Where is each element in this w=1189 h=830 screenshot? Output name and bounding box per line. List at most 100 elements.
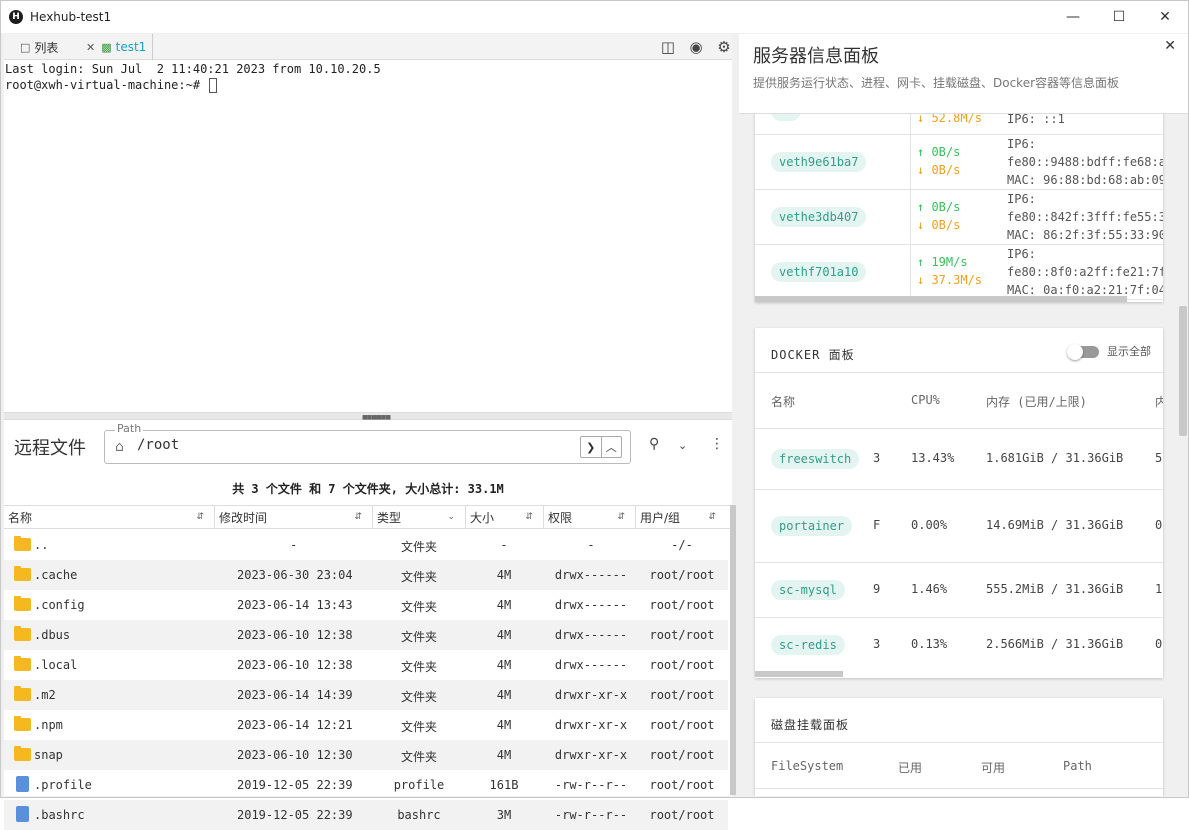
docker-cpu: 0.13% (911, 637, 948, 651)
home-icon[interactable]: ⌂ (115, 439, 124, 455)
interface-chip: veth9e61ba7 (771, 152, 867, 172)
container-chip[interactable]: sc-mysql (771, 580, 845, 600)
maximize-button[interactable]: ☐ (1096, 1, 1142, 33)
path-field[interactable]: Path ⌂ /root ❯ ︿ (104, 422, 631, 464)
panel-header: 服务器信息面板 提供服务运行状态、进程、网卡、挂载磁盘、Docker容器等信息面… (739, 34, 1188, 114)
folder-icon (14, 536, 31, 551)
file-mtime: 2019-12-05 22:39 (237, 808, 353, 822)
gear-icon[interactable]: ⚙ (713, 37, 735, 57)
chevron-up-icon[interactable]: ︿ (602, 437, 622, 457)
table-row[interactable]: .local 2023-06-10 12:38 文件夹 4M drwx------ roo… (4, 650, 728, 680)
chevron-right-icon[interactable]: ❯ (581, 437, 602, 457)
panel-scrollbar[interactable] (1179, 306, 1187, 436)
table-row[interactable]: .config 2023-06-14 13:43 文件夹 4M drwx------ ro… (4, 590, 728, 620)
more-icon[interactable]: ⋮ (710, 436, 724, 452)
col-name[interactable]: 名称 ⇵ (4, 506, 215, 528)
tab-bar: □ 列表 ✕ ▩ test1 ◫ ◉ ⚙ (4, 34, 732, 60)
file-owner: root/root (649, 598, 715, 612)
net-ip6-label: IP6: (1007, 137, 1036, 151)
tab-label: test1 (115, 40, 147, 54)
disk-col: 已用 (898, 761, 923, 775)
table-row[interactable]: .profile 2019-12-05 22:39 profile 161B -rw-r… (4, 770, 728, 800)
table-row[interactable]: .npm 2023-06-14 12:21 文件夹 4M drwxr-xr-x root/… (4, 710, 728, 740)
terminal-output[interactable]: Last login: Sun Jul 2 11:40:21 2023 from… (4, 60, 732, 412)
network-hscrollbar[interactable] (755, 296, 1127, 302)
terminal-prompt: root@xwh-virtual-machine:~# (5, 78, 208, 92)
files-scrollbar[interactable] (730, 505, 736, 795)
file-mtime: 2023-06-14 13:43 (237, 598, 353, 612)
docker-cpu: 1.46% (911, 582, 948, 596)
sort-icon: ⇵ (525, 512, 533, 522)
chevron-down-icon[interactable]: ⌄ (678, 439, 687, 452)
file-owner: root/root (649, 658, 715, 672)
new-tab-icon[interactable]: ◫ (657, 37, 679, 57)
folder-icon (14, 716, 31, 731)
col-type[interactable]: 类型 ⌄ (373, 506, 466, 528)
file-icon (16, 806, 29, 822)
docker-row[interactable]: sc-redis 3 0.13% 2.566MiB / 31.36GiB 0 (755, 617, 1163, 672)
terminal-cursor (209, 78, 218, 93)
col-mtime[interactable]: 修改时间 ⇵ (215, 506, 373, 528)
pane-splitter[interactable]: ■■■■■■ (4, 412, 732, 421)
files-summary: 共 3 个文件 和 7 个文件夹, 大小总计: 33.1M (232, 482, 504, 496)
container-chip[interactable]: portainer (771, 516, 853, 536)
close-window-button[interactable]: ✕ (1142, 1, 1188, 33)
folder-icon (14, 596, 31, 611)
table-row[interactable]: .dbus 2023-06-10 12:38 文件夹 4M drwx------ root… (4, 620, 728, 650)
tab-test1[interactable]: ✕ ▩ test1 (86, 34, 154, 60)
docker-row[interactable]: sc-mysql 9 1.46% 555.2MiB / 31.36GiB 1 (755, 562, 1163, 617)
file-owner: root/root (649, 628, 715, 642)
container-chip[interactable]: freeswitch (771, 449, 860, 469)
net-ip6-label: IP6: (1007, 247, 1036, 261)
table-row[interactable]: .cache 2023-06-30 23:04 文件夹 4M drwx------ roo… (4, 560, 728, 590)
disk-header-row: FileSystem 已用 可用 Path (755, 742, 1163, 788)
net-down: ↓ 0B/s (917, 163, 961, 177)
file-mtime: 2023-06-10 12:38 (237, 658, 353, 672)
col-perm[interactable]: 权限 ⇵ (544, 506, 636, 528)
table-row[interactable]: snap 2023-06-10 12:30 文件夹 4M drwxr-xr-x root/… (4, 740, 728, 770)
folder-icon (14, 566, 31, 581)
col-label: 类型 (377, 510, 402, 525)
col-size[interactable]: 大小 ⇵ (466, 506, 544, 528)
path-input[interactable]: /root (137, 437, 179, 453)
show-all-label: 显示全部 (1107, 345, 1151, 358)
docker-row[interactable]: portainer F 0.00% 14.69MiB / 31.36GiB 0 (755, 489, 1163, 562)
file-mtime: 2019-12-05 22:39 (237, 778, 353, 792)
network-row: vethf701a10 ↑ 19M/s ↓ 37.3M/s IP6: fe80::8f0… (755, 245, 1163, 300)
minimize-button[interactable]: — (1050, 1, 1096, 33)
folder-icon (14, 656, 31, 671)
docker-hscrollbar[interactable] (755, 671, 843, 677)
path-buttons: ❯ ︿ (580, 436, 622, 458)
search-icon[interactable]: ⚲ (649, 436, 659, 452)
tab-list[interactable]: □ 列表 (20, 34, 58, 60)
file-owner: root/root (649, 718, 715, 732)
col-label: 修改时间 (219, 510, 268, 525)
net-up: ↑ 0B/s (917, 145, 961, 159)
table-row[interactable]: .bashrc 2019-12-05 22:39 bashrc 3M -rw-r--r-… (4, 800, 728, 830)
show-all-toggle[interactable] (1067, 344, 1099, 360)
disk-title: 磁盘挂载面板 (771, 718, 850, 732)
col-label: 用户/组 (640, 510, 681, 525)
table-row[interactable]: .m2 2023-06-14 14:39 文件夹 4M drwxr-xr-x root/r… (4, 680, 728, 710)
docker-mem: 14.69MiB / 31.36GiB (986, 518, 1124, 532)
app-logo-icon: H (9, 10, 23, 24)
folder-icon (14, 626, 31, 641)
docker-cut: 3 (873, 451, 881, 465)
file-mtime: 2023-06-14 12:21 (237, 718, 353, 732)
network-row: veth9e61ba7 ↑ 0B/s ↓ 0B/s IP6: fe80::9488:bd… (755, 135, 1163, 190)
file-mtime: 2023-06-30 23:04 (237, 568, 353, 582)
network-row: vethe3db407 ↑ 0B/s ↓ 0B/s IP6: fe80::842f:3f… (755, 190, 1163, 245)
net-down: ↓ 0B/s (917, 218, 961, 232)
panel-close-button[interactable]: ✕ (1164, 38, 1176, 54)
theme-icon[interactable]: ◉ (685, 37, 707, 57)
sort-icon: ⇵ (708, 512, 716, 522)
chevron-down-icon: ⌄ (447, 512, 455, 522)
interface-chip: vethf701a10 (771, 262, 867, 282)
docker-mem: 1.681GiB / 31.36GiB (986, 451, 1124, 465)
docker-row[interactable]: freeswitch 3 13.43% 1.681GiB / 31.36GiB 5 (755, 428, 1163, 489)
container-chip[interactable]: sc-redis (771, 635, 845, 655)
net-ip6: fe80::8f0:a2ff:fe21:7f (1007, 265, 1163, 279)
col-owner[interactable]: 用户/组 ⇵ (636, 506, 726, 528)
table-row[interactable]: .. - 文件夹 - - -/- (4, 530, 728, 560)
tab-close-icon[interactable]: ✕ (86, 41, 95, 54)
